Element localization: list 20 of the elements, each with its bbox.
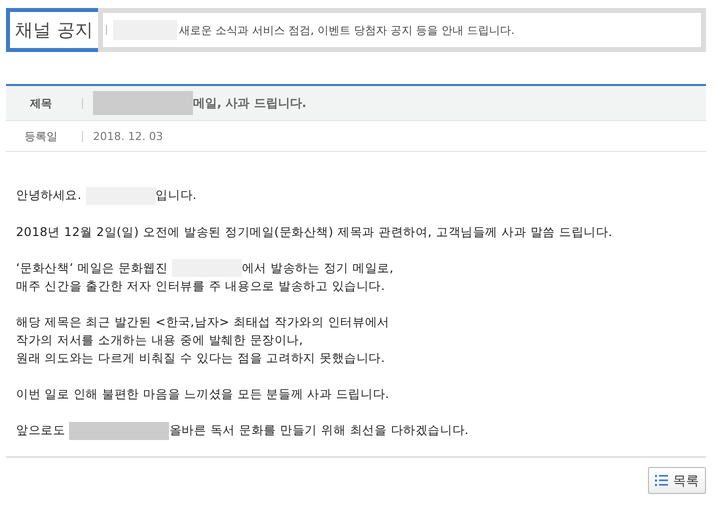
body-text: 매주 신간을 출간한 저자 인터뷰를 주 내용으로 발송하고 있습니다. — [16, 279, 386, 294]
body-text: ‘문화산책’ 메일은 문화웹진 — [16, 260, 169, 275]
channel-description: 새로운 소식과 서비스 점검, 이벤트 당첨자 공지 등을 안내 드립니다. — [179, 22, 514, 38]
body-text: 원래 의도와는 다르게 비춰질 수 있다는 점을 고려하지 못했습니다. — [16, 351, 386, 366]
post-subject: 메일, 사과 드립니다. — [193, 94, 306, 112]
body-text: 올바른 독서 문화를 만들기 위해 최선을 다하겠습니다. — [169, 423, 469, 438]
date-label: 등록일 — [24, 128, 58, 144]
body-text: 안녕하세요. — [16, 188, 83, 202]
body-text: 에서 발송하는 정기 메일로, — [242, 260, 394, 275]
channel-title: 채널 공지 — [6, 8, 98, 52]
list-button[interactable]: 목록 — [648, 467, 706, 494]
subject-label: 제목 — [29, 96, 53, 110]
body-text: 해당 제목은 최근 발간된 <한국,남자> 최태섭 작가와의 인터뷰에서 — [16, 315, 390, 330]
body-text: 앞으로도 — [16, 423, 66, 438]
body-text: 2018년 12월 2일(일) 오전에 발송된 정기메일(문화산책) 제목과 관련하여, 고객님들께 사과 말씀 드립니다. — [16, 224, 612, 239]
body-text: 입니다. — [156, 188, 197, 202]
list-icon — [655, 475, 668, 486]
post-date: 2018. 12. 03 — [93, 130, 163, 142]
body-text: 이번 일로 인해 불편한 마음을 느끼셨을 모든 분들께 사과 드립니다. — [16, 387, 390, 402]
body-text: 작가의 저서를 소개하는 내용 중에 발췌한 문장이나, — [16, 333, 304, 348]
